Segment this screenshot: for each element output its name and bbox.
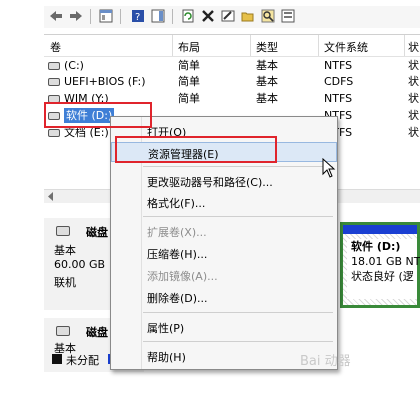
menu-item-shrink-volume[interactable]: 压缩卷(H)... xyxy=(111,243,337,263)
partition-name: 软件 (D:) xyxy=(351,240,401,253)
view-icon[interactable] xyxy=(280,8,296,24)
highlight-box-drive-d xyxy=(44,102,152,128)
disk-status: 联机 xyxy=(54,276,76,289)
help-icon[interactable]: ? xyxy=(130,8,146,24)
properties-icon[interactable] xyxy=(220,8,236,24)
watermark: Bai 动器 xyxy=(300,354,351,369)
table-row[interactable]: (C:) 简单 基本 NTFS 状 xyxy=(44,58,420,73)
svg-text:?: ? xyxy=(135,12,140,23)
partition-d[interactable]: 软件 (D:) 18.01 GB NT 状态良好 (逻 xyxy=(340,222,420,308)
column-headers: 卷 布局 类型 文件系统 状 xyxy=(44,35,420,57)
disk-size: 60.00 GB xyxy=(54,258,106,271)
partition-size: 18.01 GB NT xyxy=(351,255,420,268)
disk-label: 磁盘 xyxy=(86,226,108,239)
menu-item-extend-volume[interactable]: 扩展卷(X)... xyxy=(111,221,337,241)
column-header-type[interactable]: 类型 xyxy=(256,39,278,55)
disk-label: 磁盘 xyxy=(86,326,108,339)
disk-management-window: ? 卷 布局 类型 文件系统 状 (C:) 简单 基本 NTFS 状 UEFI+… xyxy=(0,0,420,400)
mouse-cursor-icon xyxy=(322,158,336,178)
menu-item-change-drive-letter[interactable]: 更改驱动器号和路径(C)... xyxy=(111,171,337,191)
column-header-status[interactable]: 状 xyxy=(408,39,419,55)
show-hide-pane-icon[interactable] xyxy=(150,8,166,24)
legend-unallocated-label: 未分配 xyxy=(66,354,99,367)
drive-icon xyxy=(48,62,60,70)
disk-icon xyxy=(56,226,70,236)
column-header-volume[interactable]: 卷 xyxy=(50,39,61,55)
primary-bar xyxy=(343,225,417,234)
cd-drive-icon xyxy=(48,78,60,86)
search-icon[interactable] xyxy=(260,8,276,24)
menu-item-delete-volume[interactable]: 删除卷(D)... xyxy=(111,287,337,307)
disk-icon xyxy=(56,326,70,336)
refresh-icon[interactable] xyxy=(180,8,196,24)
delete-icon[interactable] xyxy=(200,8,216,24)
back-arrow-icon[interactable] xyxy=(48,8,64,24)
column-header-layout[interactable]: 布局 xyxy=(178,39,200,55)
console-tree-icon[interactable] xyxy=(98,8,114,24)
disk-type: 基本 xyxy=(54,244,76,257)
unallocated-swatch xyxy=(52,354,62,364)
highlight-box-explorer xyxy=(115,136,277,163)
column-header-filesystem[interactable]: 文件系统 xyxy=(324,39,368,55)
menu-item-properties[interactable]: 属性(P) xyxy=(111,317,337,337)
partition-status: 状态良好 (逻 xyxy=(351,270,414,283)
toolbar: ? xyxy=(44,6,420,28)
table-row[interactable]: UEFI+BIOS (F:) 简单 基本 CDFS 状 xyxy=(44,74,420,89)
forward-arrow-icon[interactable] xyxy=(68,8,84,24)
menu-item-format[interactable]: 格式化(F)... xyxy=(111,192,337,212)
drive-icon xyxy=(48,129,60,137)
menu-item-add-mirror[interactable]: 添加镜像(A)... xyxy=(111,265,337,285)
scroll-left-icon[interactable] xyxy=(47,192,55,201)
open-folder-icon[interactable] xyxy=(240,8,256,24)
